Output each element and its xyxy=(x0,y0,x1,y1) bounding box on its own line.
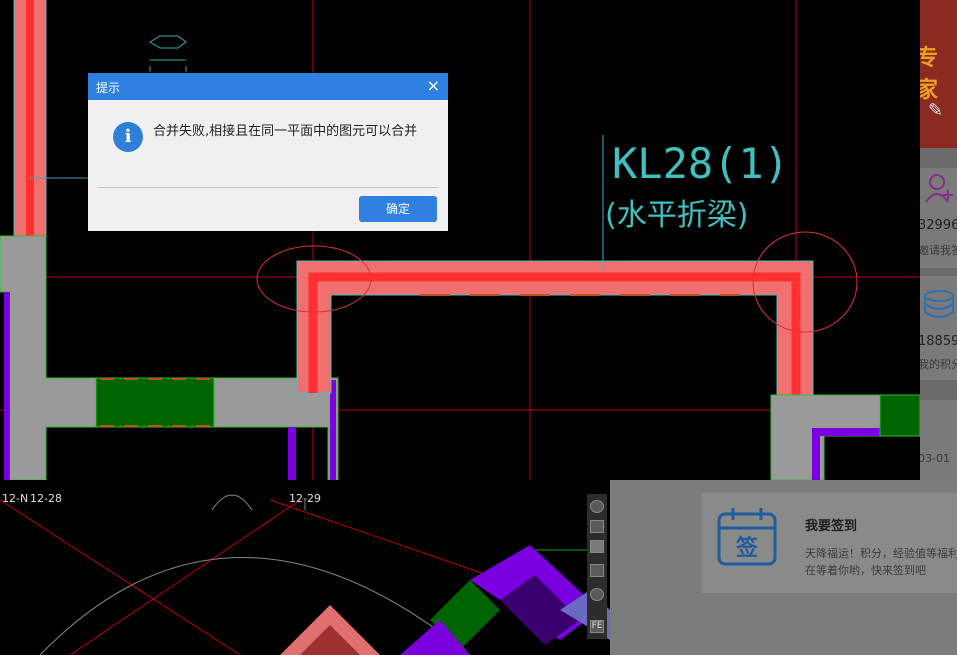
fe-tool-icon[interactable]: FE xyxy=(590,620,604,633)
beam-note: (水平折梁) xyxy=(605,198,748,233)
cad-viewport-3d[interactable]: 12-N 12-28 12-29 xyxy=(0,480,610,655)
date-text: 03-01 xyxy=(920,452,950,465)
axis-label-1229: 12-29 xyxy=(289,492,321,505)
cad-viewport-top[interactable]: KL28(1) (水平折梁) xyxy=(0,0,920,480)
wall-purple-left xyxy=(4,292,10,480)
dialog-divider xyxy=(98,187,438,188)
view-cube-icon[interactable] xyxy=(590,540,604,553)
wall-green-left xyxy=(95,377,215,428)
signin-title: 我要签到 xyxy=(805,519,858,534)
calendar-icon-text: 签 xyxy=(735,536,758,561)
alert-dialog: 提示 × i 合并失败,相接且在同一平面中的图元可以合并 确定 xyxy=(88,73,448,231)
dialog-title: 提示 xyxy=(96,81,121,95)
beam-left-core xyxy=(26,0,34,237)
ok-button[interactable]: 确定 xyxy=(359,196,437,222)
banner-text: 专家 xyxy=(920,46,939,103)
axis-label-12n: 12-N xyxy=(2,492,28,505)
dialog-message: 合并失败,相接且在同一平面中的图元可以合并 xyxy=(153,124,418,139)
orbit-tool-icon[interactable] xyxy=(590,500,604,513)
column-left xyxy=(0,235,97,480)
view-toolbar: FE xyxy=(587,494,607,639)
axis-label-1228: 12-28 xyxy=(30,492,62,505)
rotate-icon[interactable] xyxy=(590,588,604,601)
stat2-value: 18859 xyxy=(920,334,957,349)
pan-tool-icon[interactable] xyxy=(590,520,604,533)
beam-kl28-selected xyxy=(308,272,801,407)
pencil-icon: ✎ xyxy=(928,100,944,121)
add-user-icon xyxy=(924,172,954,203)
cad-3d-drawing[interactable]: 12-N 12-28 12-29 xyxy=(0,480,610,655)
stat2-label: 我的积分 xyxy=(920,358,957,371)
signin-description: 天降福运！积分，经验值等福利在等着你哟，快来签到吧 xyxy=(805,547,957,577)
calendar-icon: 签 xyxy=(717,506,779,572)
cad-drawing[interactable]: KL28(1) (水平折梁) xyxy=(0,0,920,480)
wall-green-right xyxy=(879,394,920,437)
column-right xyxy=(770,394,881,480)
right-side-panel: 专家 ✎ 32996 邀请我答 18859 我的积分 03-01 xyxy=(920,0,957,480)
stat1-value: 32996 xyxy=(920,218,957,233)
stat1-label: 邀请我答 xyxy=(920,244,957,257)
window-tool-icon[interactable] xyxy=(590,564,604,577)
wall-purple-mid xyxy=(288,427,296,480)
coins-icon xyxy=(922,290,956,324)
dialog-titlebar[interactable]: 提示 × xyxy=(88,73,448,100)
cad-symbol xyxy=(149,35,187,49)
expert-banner[interactable]: 专家 ✎ xyxy=(920,0,957,148)
signin-card[interactable]: 签 我要签到 天降福运！积分，经验值等福利在等着你哟，快来签到吧 xyxy=(702,493,957,593)
beam-label: KL28(1) xyxy=(612,139,789,188)
close-icon[interactable]: × xyxy=(427,76,440,95)
info-icon: i xyxy=(113,122,143,152)
wall-purple-right xyxy=(812,428,880,436)
